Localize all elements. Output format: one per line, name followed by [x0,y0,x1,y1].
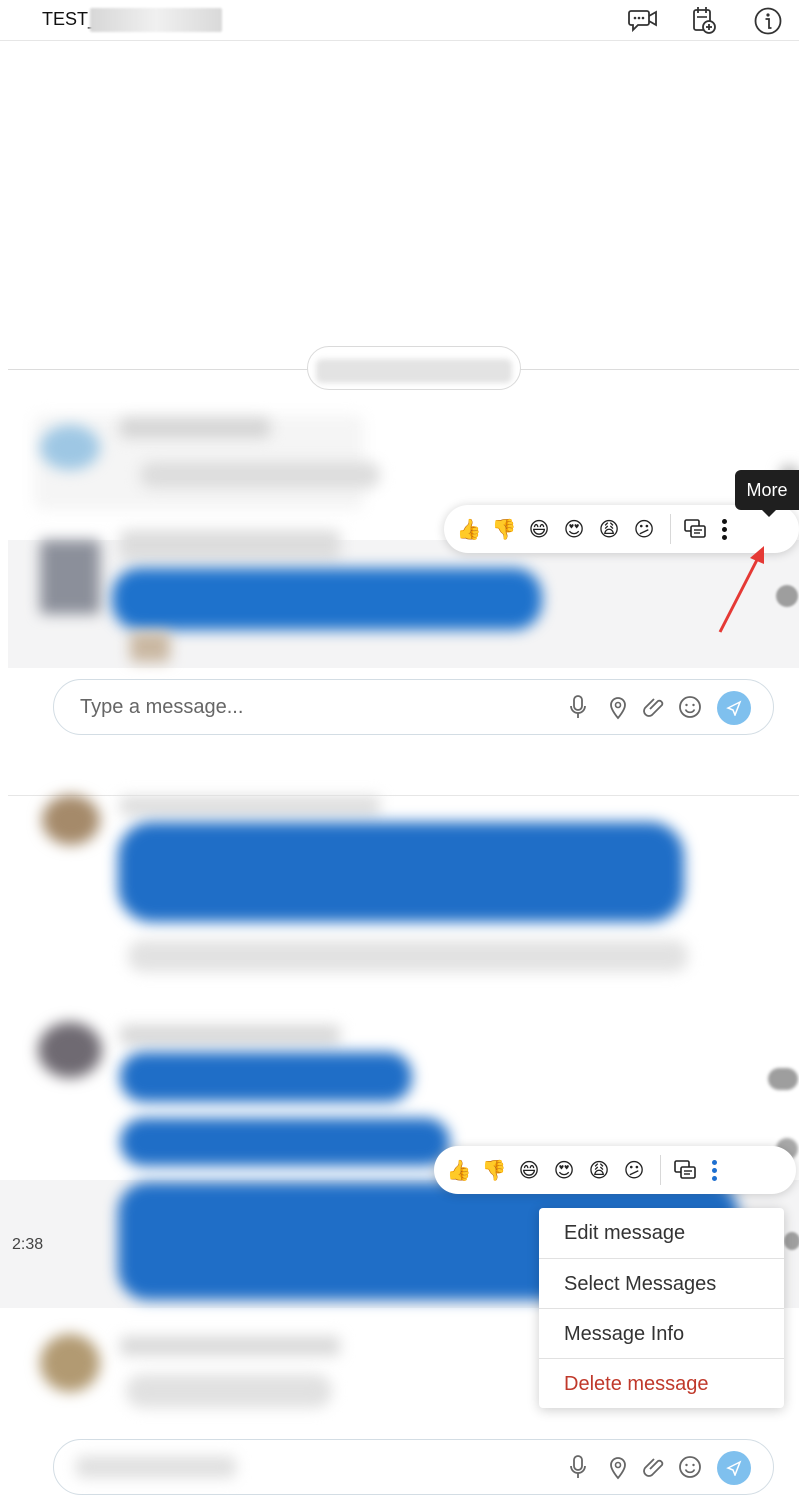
send-icon [726,700,742,716]
more-tooltip: More [735,470,799,517]
sender-name-redacted [120,1025,340,1045]
read-receipt-icon [784,1232,799,1250]
message-composer: Type a message... [53,679,774,735]
weary-reaction[interactable]: 😩 [584,1155,614,1185]
emoji-icon[interactable] [676,693,704,721]
reply-thread-icon[interactable] [671,1156,699,1184]
reaction-separator [660,1155,661,1185]
thumbs-down-reaction[interactable]: 👎 [479,1155,509,1185]
grin-reaction[interactable]: 😄 [514,1155,544,1185]
select-messages-menu-item[interactable]: Select Messages [539,1259,784,1309]
calendar-add-icon[interactable] [687,6,721,36]
more-vertical-icon[interactable] [707,1155,721,1185]
edit-message-menu-item[interactable]: Edit message [539,1208,784,1258]
confused-reaction[interactable]: 😕 [619,1155,649,1185]
heart-eyes-reaction[interactable]: 😍 [559,514,589,544]
message-time: 2:38 [12,1236,44,1253]
thumbs-down-reaction[interactable]: 👎 [489,514,519,544]
avatar [38,1022,102,1078]
sender-name-redacted [120,1336,340,1356]
info-icon[interactable] [751,6,785,36]
chat-title-redacted [90,8,222,32]
message-text-redacted [126,1374,332,1408]
message-context-menu: Edit message Select Messages Message Inf… [539,1208,784,1408]
send-button[interactable] [717,1451,751,1485]
message-bubble-redacted [120,1118,450,1166]
message-bubble-redacted [118,822,684,922]
message-input[interactable]: Type a message... [80,696,243,719]
avatar [42,795,100,845]
read-receipt-icon [768,1068,798,1090]
microphone-icon[interactable] [564,693,592,721]
message-composer [53,1439,774,1495]
message-text-redacted [140,462,380,488]
annotation-arrow-icon [718,546,764,633]
avatar [40,1334,100,1392]
attachment-icon[interactable] [641,693,669,721]
send-icon [726,1460,742,1476]
location-icon[interactable] [604,1453,632,1481]
video-chat-icon[interactable] [626,6,660,36]
heart-eyes-reaction[interactable]: 😍 [549,1155,579,1185]
message-bubble-redacted [120,1052,412,1102]
message-input[interactable] [76,1456,236,1478]
attachment-redacted [130,632,170,662]
weary-reaction[interactable]: 😩 [594,514,624,544]
message-info-menu-item[interactable]: Message Info [539,1309,784,1359]
sender-name-redacted [120,530,340,560]
thumbs-up-reaction[interactable]: 👍 [454,514,484,544]
avatar [40,540,100,614]
avatar [40,425,100,470]
send-button[interactable] [717,691,751,725]
date-divider-pill [307,346,521,390]
location-icon[interactable] [604,693,632,721]
message-text-redacted [128,940,688,972]
microphone-icon[interactable] [564,1453,592,1481]
reply-thread-icon[interactable] [681,515,709,543]
sender-name-redacted [120,418,270,438]
sender-name-redacted [120,796,380,816]
thumbs-up-reaction[interactable]: 👍 [444,1155,474,1185]
grin-reaction[interactable]: 😄 [524,514,554,544]
delete-message-menu-item[interactable]: Delete message [539,1359,784,1409]
attachment-icon[interactable] [641,1453,669,1481]
reaction-separator [670,514,671,544]
read-receipt-icon [776,585,798,607]
emoji-icon[interactable] [676,1453,704,1481]
reaction-bar: 👍 👎 😄 😍 😩 😕 [434,1146,796,1194]
confused-reaction[interactable]: 😕 [629,514,659,544]
message-bubble-redacted [112,568,542,630]
